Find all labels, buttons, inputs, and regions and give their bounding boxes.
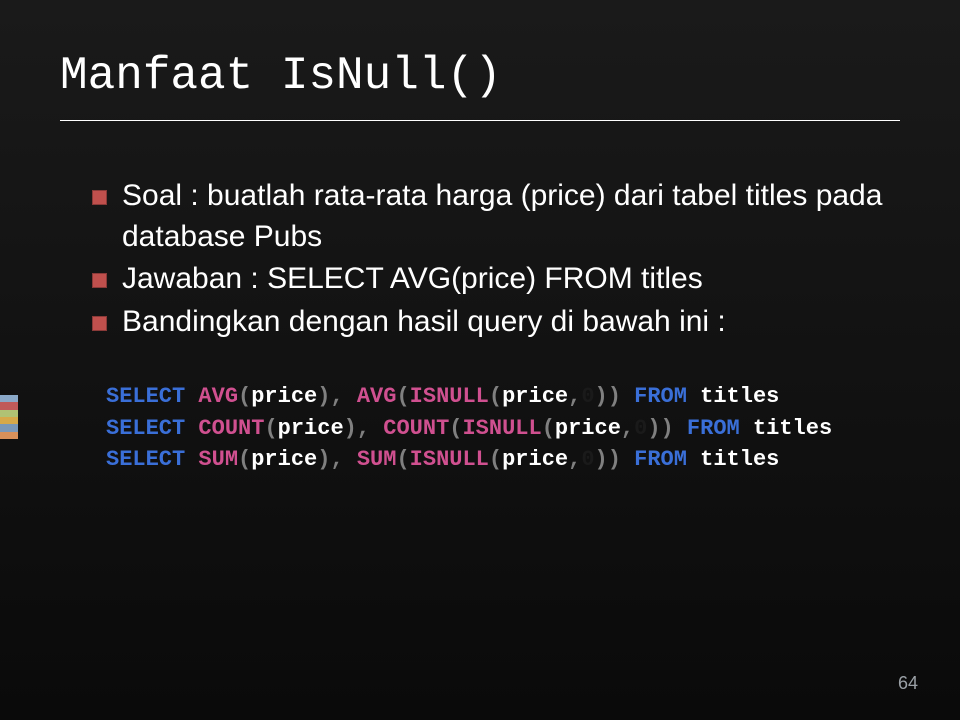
slide-title: Manfaat IsNull() xyxy=(60,50,900,102)
code-line: SELECT SUM(price), SUM(ISNULL(price,0)) … xyxy=(106,445,860,475)
code-block: SELECT AVG(price), AVG(ISNULL(price,0)) … xyxy=(60,382,900,475)
bullet-list: Soal : buatlah rata-rata harga (price) d… xyxy=(60,176,900,342)
title-rule xyxy=(60,120,900,121)
bullet-item: Bandingkan dengan hasil query di bawah i… xyxy=(100,302,900,343)
accent-bar xyxy=(0,395,18,439)
page-number: 64 xyxy=(898,673,918,694)
bullet-item: Jawaban : SELECT AVG(price) FROM titles xyxy=(100,259,900,300)
slide: Manfaat IsNull() Soal : buatlah rata-rat… xyxy=(0,0,960,720)
code-line: SELECT COUNT(price), COUNT(ISNULL(price,… xyxy=(106,414,860,444)
bullet-item: Soal : buatlah rata-rata harga (price) d… xyxy=(100,176,900,257)
code-line: SELECT AVG(price), AVG(ISNULL(price,0)) … xyxy=(106,382,860,412)
